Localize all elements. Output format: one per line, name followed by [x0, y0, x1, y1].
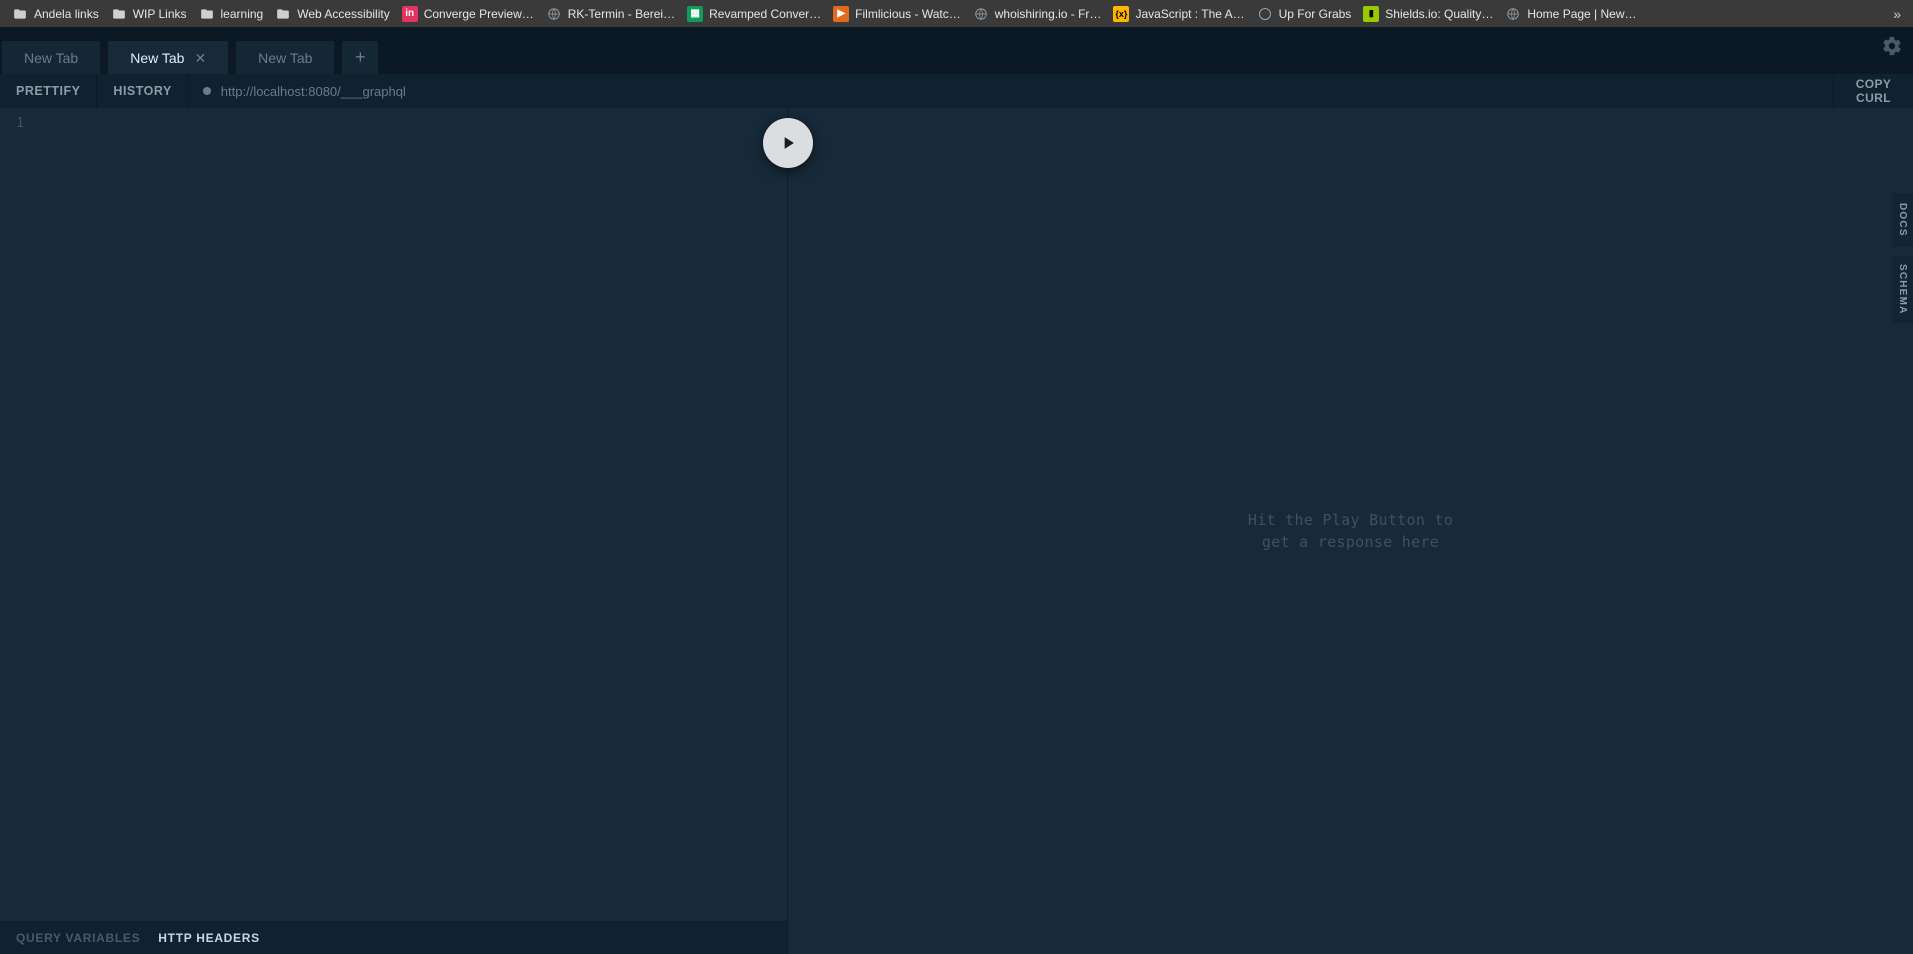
sheets-icon: ▦: [687, 6, 703, 22]
bookmark-item[interactable]: RK-Termin - Berei…: [546, 6, 675, 22]
prettify-button[interactable]: PRETTIFY: [0, 74, 97, 108]
bookmark-label: Filmlicious - Watc…: [855, 7, 961, 21]
response-placeholder: Hit the Play Button to get a response he…: [1248, 509, 1453, 554]
bookmark-label: JavaScript : The A…: [1135, 7, 1244, 21]
bookmark-item[interactable]: ▮ Shields.io: Quality…: [1363, 6, 1493, 22]
globe-icon: [546, 6, 562, 22]
editor-bottom-tabs: QUERY VARIABLES HTTP HEADERS: [0, 921, 787, 954]
tab-label: New Tab: [130, 50, 184, 66]
settings-button[interactable]: [1881, 35, 1903, 62]
bookmark-label: Web Accessibility: [297, 7, 389, 21]
bookmark-item[interactable]: {x} JavaScript : The A…: [1113, 6, 1244, 22]
tab-http-headers[interactable]: HTTP HEADERS: [158, 931, 260, 945]
bookmark-label: Home Page | New…: [1527, 7, 1636, 21]
folder-icon: [199, 6, 215, 22]
shields-icon: ▮: [1363, 6, 1379, 22]
editor-content[interactable]: [34, 108, 787, 921]
gear-icon: [1881, 35, 1903, 57]
tab-query-variables[interactable]: QUERY VARIABLES: [16, 931, 140, 945]
bookmark-item[interactable]: Web Accessibility: [275, 6, 389, 22]
playground-tab-strip: New Tab New Tab ✕ New Tab +: [0, 27, 1913, 74]
folder-icon: [275, 6, 291, 22]
history-button[interactable]: HISTORY: [97, 74, 188, 108]
bookmark-label: whoishiring.io - Fr…: [995, 7, 1102, 21]
folder-icon: [12, 6, 28, 22]
line-number: 1: [0, 116, 24, 131]
endpoint-url-input[interactable]: [221, 84, 1819, 99]
copy-curl-button[interactable]: COPY CURL: [1833, 74, 1913, 108]
bookmark-item[interactable]: WIP Links: [111, 6, 187, 22]
bookmark-label: learning: [221, 7, 264, 21]
js-icon: {x}: [1113, 6, 1129, 22]
endpoint-url-area: [189, 74, 1833, 108]
bookmark-label: WIP Links: [133, 7, 187, 21]
playground-tab[interactable]: New Tab: [2, 41, 100, 74]
schema-drawer-handle[interactable]: SCHEMA: [1892, 256, 1913, 323]
bookmark-item[interactable]: in Converge Preview…: [402, 6, 534, 22]
editor-gutter: 1: [0, 108, 34, 921]
bookmark-item[interactable]: Up For Grabs: [1257, 6, 1352, 22]
bookmark-item[interactable]: learning: [199, 6, 264, 22]
invision-icon: in: [402, 6, 418, 22]
tab-label: New Tab: [24, 50, 78, 66]
query-editor[interactable]: 1: [0, 108, 787, 921]
bookmark-item[interactable]: Home Page | New…: [1505, 6, 1636, 22]
bookmark-label: Revamped Conver…: [709, 7, 821, 21]
browser-bookmark-bar: Andela links WIP Links learning Web Accessi…: [0, 0, 1913, 27]
circle-icon: [1257, 6, 1273, 22]
new-tab-button[interactable]: +: [342, 41, 378, 74]
bookmark-item[interactable]: ▦ Revamped Conver…: [687, 6, 821, 22]
toolbar: PRETTIFY HISTORY COPY CURL: [0, 74, 1913, 108]
bookmark-label: RK-Termin - Berei…: [568, 7, 675, 21]
bookmark-label: Shields.io: Quality…: [1385, 7, 1493, 21]
bookmark-item[interactable]: whoishiring.io - Fr…: [973, 6, 1102, 22]
run-query-button[interactable]: [763, 118, 813, 168]
query-editor-pane: 1 QUERY VARIABLES HTTP HEADERS: [0, 108, 787, 954]
response-pane: Hit the Play Button to get a response he…: [787, 108, 1913, 954]
status-dot-icon: [203, 87, 211, 95]
folder-icon: [111, 6, 127, 22]
film-icon: ▶: [833, 6, 849, 22]
bookmark-label: Andela links: [34, 7, 99, 21]
globe-icon: [973, 6, 989, 22]
bookmarks-overflow-button[interactable]: »: [1893, 6, 1901, 22]
docs-drawer-handle[interactable]: DOCS: [1892, 193, 1913, 247]
playground-tab[interactable]: New Tab ✕: [108, 41, 228, 74]
main-split: 1 QUERY VARIABLES HTTP HEADERS Hit the P…: [0, 108, 1913, 954]
bookmark-item[interactable]: Andela links: [12, 6, 99, 22]
globe-icon: [1505, 6, 1521, 22]
graphql-playground: New Tab New Tab ✕ New Tab + PRETTIFY HISTOR…: [0, 27, 1913, 954]
playground-tab[interactable]: New Tab: [236, 41, 334, 74]
bookmark-label: Converge Preview…: [424, 7, 534, 21]
play-icon: [778, 133, 798, 153]
close-tab-icon[interactable]: ✕: [194, 51, 206, 65]
tab-label: New Tab: [258, 50, 312, 66]
bookmark-label: Up For Grabs: [1279, 7, 1352, 21]
bookmark-item[interactable]: ▶ Filmlicious - Watc…: [833, 6, 961, 22]
